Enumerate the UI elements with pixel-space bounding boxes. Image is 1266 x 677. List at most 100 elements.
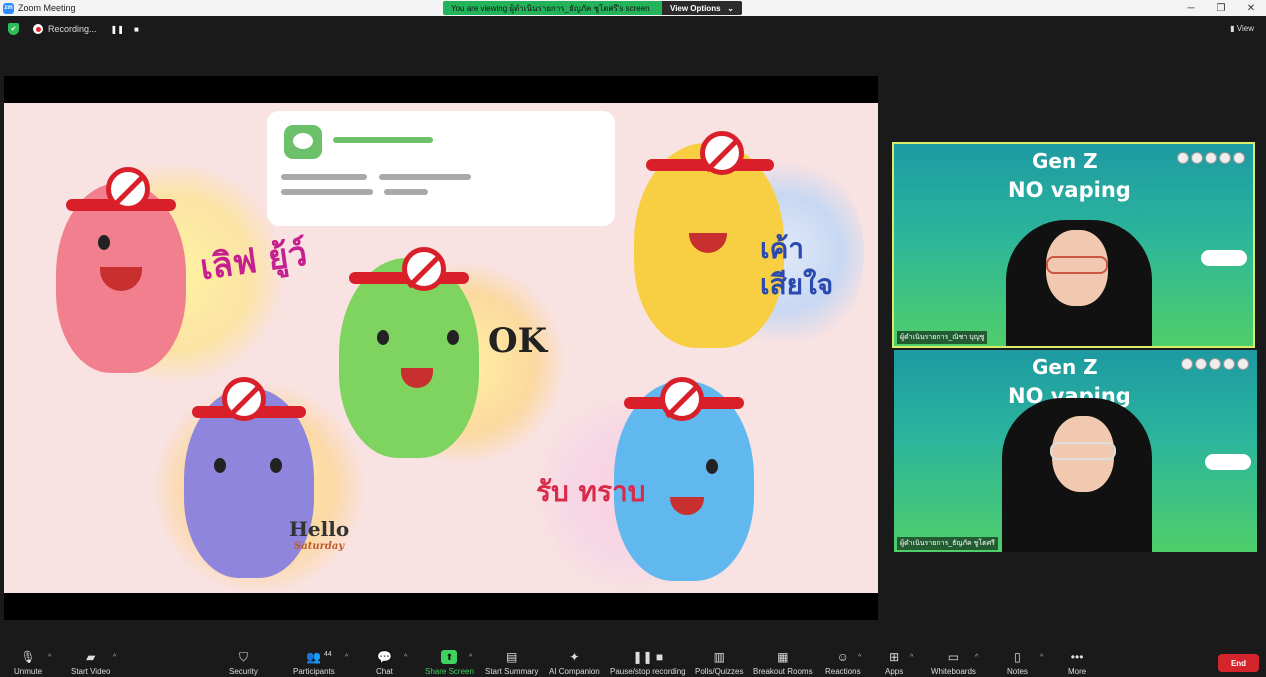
video-off-icon: ▰	[86, 650, 96, 664]
view-options-button[interactable]: View Options ⌄	[662, 1, 742, 15]
more-label: More	[1068, 667, 1087, 676]
sticker-text-ok: OK	[488, 321, 548, 361]
chat-bubble-icon	[284, 125, 322, 159]
share-banner: You are viewing ผู้ดำเนินรายการ_ธัญภัค ช…	[443, 1, 742, 15]
microphone-muted-icon: 🎙	[20, 650, 36, 664]
eye	[377, 330, 389, 345]
badge-icon	[1195, 358, 1207, 370]
close-button[interactable]: ✕	[1236, 0, 1266, 16]
viewing-screen-message: You are viewing ผู้ดำเนินรายการ_ธัญภัค ช…	[443, 1, 662, 15]
meeting-top-bar: ✔ Recording... ❚❚ ■ ▮ View	[0, 16, 1266, 42]
whiteboard-icon: ▭	[947, 650, 960, 664]
card-line	[281, 174, 367, 180]
grid-icon: ▦	[777, 650, 789, 664]
pause-recording-button[interactable]: ❚❚	[111, 25, 124, 34]
whiteboards-button[interactable]: ▭ Whiteboards	[931, 640, 976, 677]
maximize-button[interactable]: ❐	[1206, 0, 1236, 16]
shared-screen: เลิฟ ยู้ว์ OK เค้า เสียใจ Hello Saturday	[4, 76, 878, 620]
participants-button[interactable]: 👥 Participants	[293, 640, 335, 677]
start-summary-button[interactable]: ▤ Start Summary	[485, 640, 538, 677]
badge-icon	[1181, 358, 1193, 370]
notes-button[interactable]: ▯ Notes	[1007, 640, 1028, 677]
badge-icon	[1205, 152, 1217, 164]
summary-icon: ▤	[506, 650, 518, 664]
security-label: Security	[229, 667, 258, 676]
notes-options-caret[interactable]: ^	[1040, 654, 1043, 661]
apps-button[interactable]: ⊞ Apps	[885, 640, 903, 677]
ai-companion-label: AI Companion	[549, 667, 600, 676]
video-options-caret[interactable]: ^	[113, 654, 116, 661]
shield-icon: ⛉	[238, 649, 248, 664]
badge-icon	[1177, 152, 1189, 164]
badge-icon	[1237, 358, 1249, 370]
glasses	[1046, 256, 1108, 274]
breakout-rooms-button[interactable]: ▦ Breakout Rooms	[753, 640, 813, 677]
whiteboards-options-caret[interactable]: ^	[975, 654, 978, 661]
pause-stop-icon: ❚❚ ■	[632, 650, 664, 664]
eye	[270, 458, 282, 473]
smiley-icon: ☺	[836, 650, 849, 664]
card-line	[333, 137, 433, 143]
shared-slide: เลิฟ ยู้ว์ OK เค้า เสียใจ Hello Saturday	[4, 103, 878, 593]
cloud-decoration	[1201, 250, 1247, 266]
security-button[interactable]: ⛉ Security	[229, 640, 258, 677]
no-smoking-icon	[660, 377, 704, 421]
card-line	[281, 189, 373, 195]
badge-icon	[1223, 358, 1235, 370]
sticker-text-hello: Hello	[289, 517, 350, 541]
participants-options-caret[interactable]: ^	[345, 654, 348, 661]
minimize-button[interactable]: ─	[1176, 0, 1206, 16]
participant-name: ผู้ดำเนินรายการ_ธัญภัค ชูโตศรี	[897, 537, 998, 550]
security-shield-icon[interactable]: ✔	[8, 23, 19, 35]
ellipsis-icon: •••	[1070, 650, 1084, 664]
badge-icon	[1233, 152, 1245, 164]
message-card-illustration	[267, 111, 615, 226]
eye	[98, 235, 110, 250]
share-options-caret[interactable]: ^	[469, 654, 472, 661]
no-smoking-icon	[222, 377, 266, 421]
eye	[447, 330, 459, 345]
participant-video-tile[interactable]: Gen Z NO vaping ผู้ดำเนินรายการ_ธัญภัค ช…	[894, 350, 1257, 552]
sticker-text-acknowledged: รับ ทราบ	[536, 475, 646, 508]
start-summary-label: Start Summary	[485, 667, 539, 676]
notes-label: Notes	[1007, 667, 1028, 676]
mouth	[670, 497, 704, 515]
unmute-button[interactable]: 🎙 Unmute	[14, 640, 42, 677]
pink-dino-sticker	[56, 183, 186, 373]
reactions-options-caret[interactable]: ^	[858, 654, 861, 661]
share-screen-button[interactable]: ⬆ Share Screen	[425, 640, 474, 677]
stop-recording-button[interactable]: ■	[134, 25, 139, 34]
unmute-label: Unmute	[14, 667, 43, 676]
chat-icon: 💬	[376, 650, 392, 664]
background-title: Gen Z	[1032, 355, 1098, 379]
no-smoking-icon	[700, 131, 744, 175]
participant-name: ผู้ดำเนินรายการ_ณิชา บุญชู	[897, 331, 988, 344]
background-icons	[1181, 358, 1249, 370]
apps-options-caret[interactable]: ^	[910, 654, 913, 661]
chat-button[interactable]: 💬 Chat	[376, 640, 393, 677]
green-dino-sticker	[339, 258, 479, 458]
breakout-label: Breakout Rooms	[753, 667, 813, 676]
polls-label: Polls/Quizzes	[695, 667, 744, 676]
view-label: View	[1236, 24, 1254, 33]
polls-button[interactable]: ▥ Polls/Quizzes	[695, 640, 743, 677]
cloud-decoration	[1205, 454, 1251, 470]
start-video-button[interactable]: ▰ Start Video	[71, 640, 110, 677]
end-meeting-button[interactable]: End	[1218, 654, 1259, 672]
no-smoking-icon	[402, 247, 446, 291]
ai-companion-button[interactable]: ✦ AI Companion	[549, 640, 600, 677]
mouth	[689, 233, 727, 253]
whiteboards-label: Whiteboards	[931, 667, 976, 676]
no-smoking-icon	[106, 167, 150, 211]
pause-recording-label: Pause/stop recording	[610, 667, 686, 676]
more-button[interactable]: ••• More	[1068, 640, 1086, 677]
participant-video-tile[interactable]: Gen Z NO vaping ผู้ดำเนินรายการ_ณิชา บุญ…	[892, 142, 1255, 348]
reactions-button[interactable]: ☺ Reactions	[825, 640, 861, 677]
meeting-toolbar: 🎙 Unmute ^ ▰ Start Video ^ ⛉ Security 👥 Part…	[0, 640, 1266, 677]
participants-count: 44	[324, 651, 332, 658]
audio-options-caret[interactable]: ^	[48, 654, 51, 661]
card-line	[379, 174, 471, 180]
pause-stop-recording-button[interactable]: ❚❚ ■ Pause/stop recording	[610, 640, 686, 677]
chat-options-caret[interactable]: ^	[404, 654, 407, 661]
view-button[interactable]: ▮ View	[1230, 24, 1254, 33]
